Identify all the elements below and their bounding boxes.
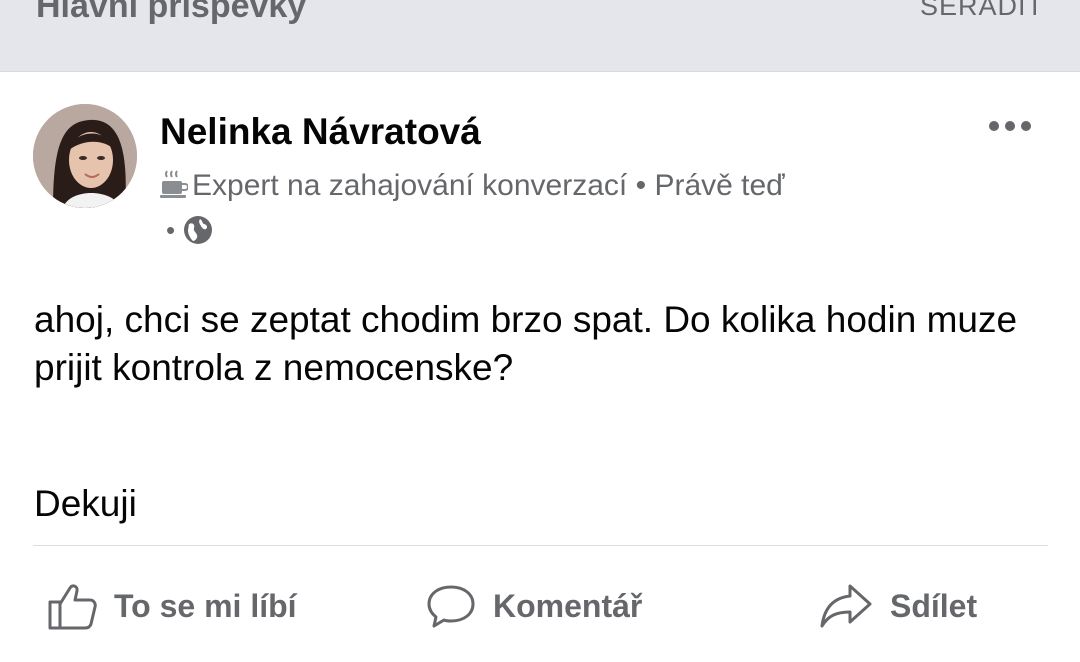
share-label: Sdílet — [890, 587, 978, 624]
avatar-photo — [33, 104, 137, 208]
like-label: To se mi líbí — [114, 587, 297, 624]
post-actions-bar: To se mi líbí Komentář Sdílet — [0, 570, 1080, 640]
comment-label: Komentář — [493, 587, 643, 624]
feed-header-title: Hlavní příspěvky — [36, 0, 307, 25]
post-text-paragraph: ahoj, chci se zeptat chodim brzo spat. D… — [34, 299, 1018, 388]
like-button[interactable]: To se mi líbí — [46, 580, 297, 632]
thumbs-up-icon — [48, 584, 97, 630]
meta-separator: • — [635, 169, 647, 202]
more-options-icon[interactable] — [986, 114, 1034, 138]
avatar[interactable] — [33, 104, 137, 208]
post-author-name[interactable]: Nelinka Návratová — [160, 110, 481, 154]
badge-label[interactable]: Expert na zahajování konverzací — [192, 169, 627, 202]
post-time[interactable]: Právě teď — [654, 169, 784, 202]
post-body: ahoj, chci se zeptat chodim brzo spat. D… — [34, 296, 1044, 528]
actions-divider — [33, 545, 1048, 546]
post-privacy: • — [166, 212, 213, 248]
privacy-separator: • — [166, 215, 176, 245]
post-meta: Expert na zahajování konverzací • Právě … — [160, 166, 785, 206]
feed-header: Hlavní příspěvky SEŘADIT — [0, 0, 1080, 72]
comment-button[interactable]: Komentář — [425, 580, 642, 632]
share-arrow-icon — [820, 584, 872, 628]
sort-button[interactable]: SEŘADIT — [920, 0, 1044, 24]
post-text-signoff: Dekuji — [34, 483, 137, 524]
comment-bubble-icon — [427, 585, 475, 628]
share-button[interactable]: Sdílet — [818, 580, 977, 632]
coffee-cup-icon — [160, 170, 188, 198]
globe-icon[interactable] — [183, 215, 213, 245]
